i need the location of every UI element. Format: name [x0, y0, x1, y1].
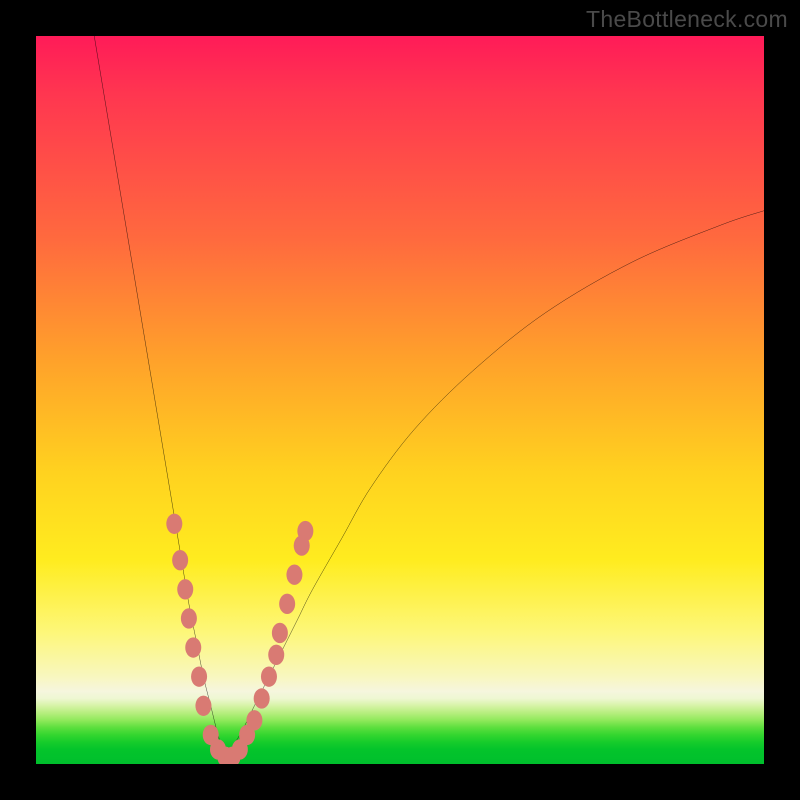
sample-dot [172, 550, 188, 570]
sample-dot [297, 521, 313, 541]
sample-dot [181, 608, 197, 628]
sample-dot [272, 623, 288, 643]
sample-dot [191, 666, 207, 686]
left-branch-line [94, 36, 225, 757]
sample-dot [279, 594, 295, 614]
sample-dot [268, 645, 284, 665]
sample-dot [261, 666, 277, 686]
plot-area [36, 36, 764, 764]
sample-dot [254, 688, 270, 708]
sample-dot [195, 696, 211, 716]
sample-dot [246, 710, 262, 730]
chart-frame: TheBottleneck.com [0, 0, 800, 800]
sample-dot [166, 514, 182, 534]
watermark-text: TheBottleneck.com [586, 6, 788, 33]
curve-layer [36, 36, 764, 764]
sample-dots [166, 514, 313, 764]
right-branch-line [225, 211, 764, 757]
sample-dot [185, 637, 201, 657]
sample-dot [286, 565, 302, 585]
sample-dot [177, 579, 193, 599]
